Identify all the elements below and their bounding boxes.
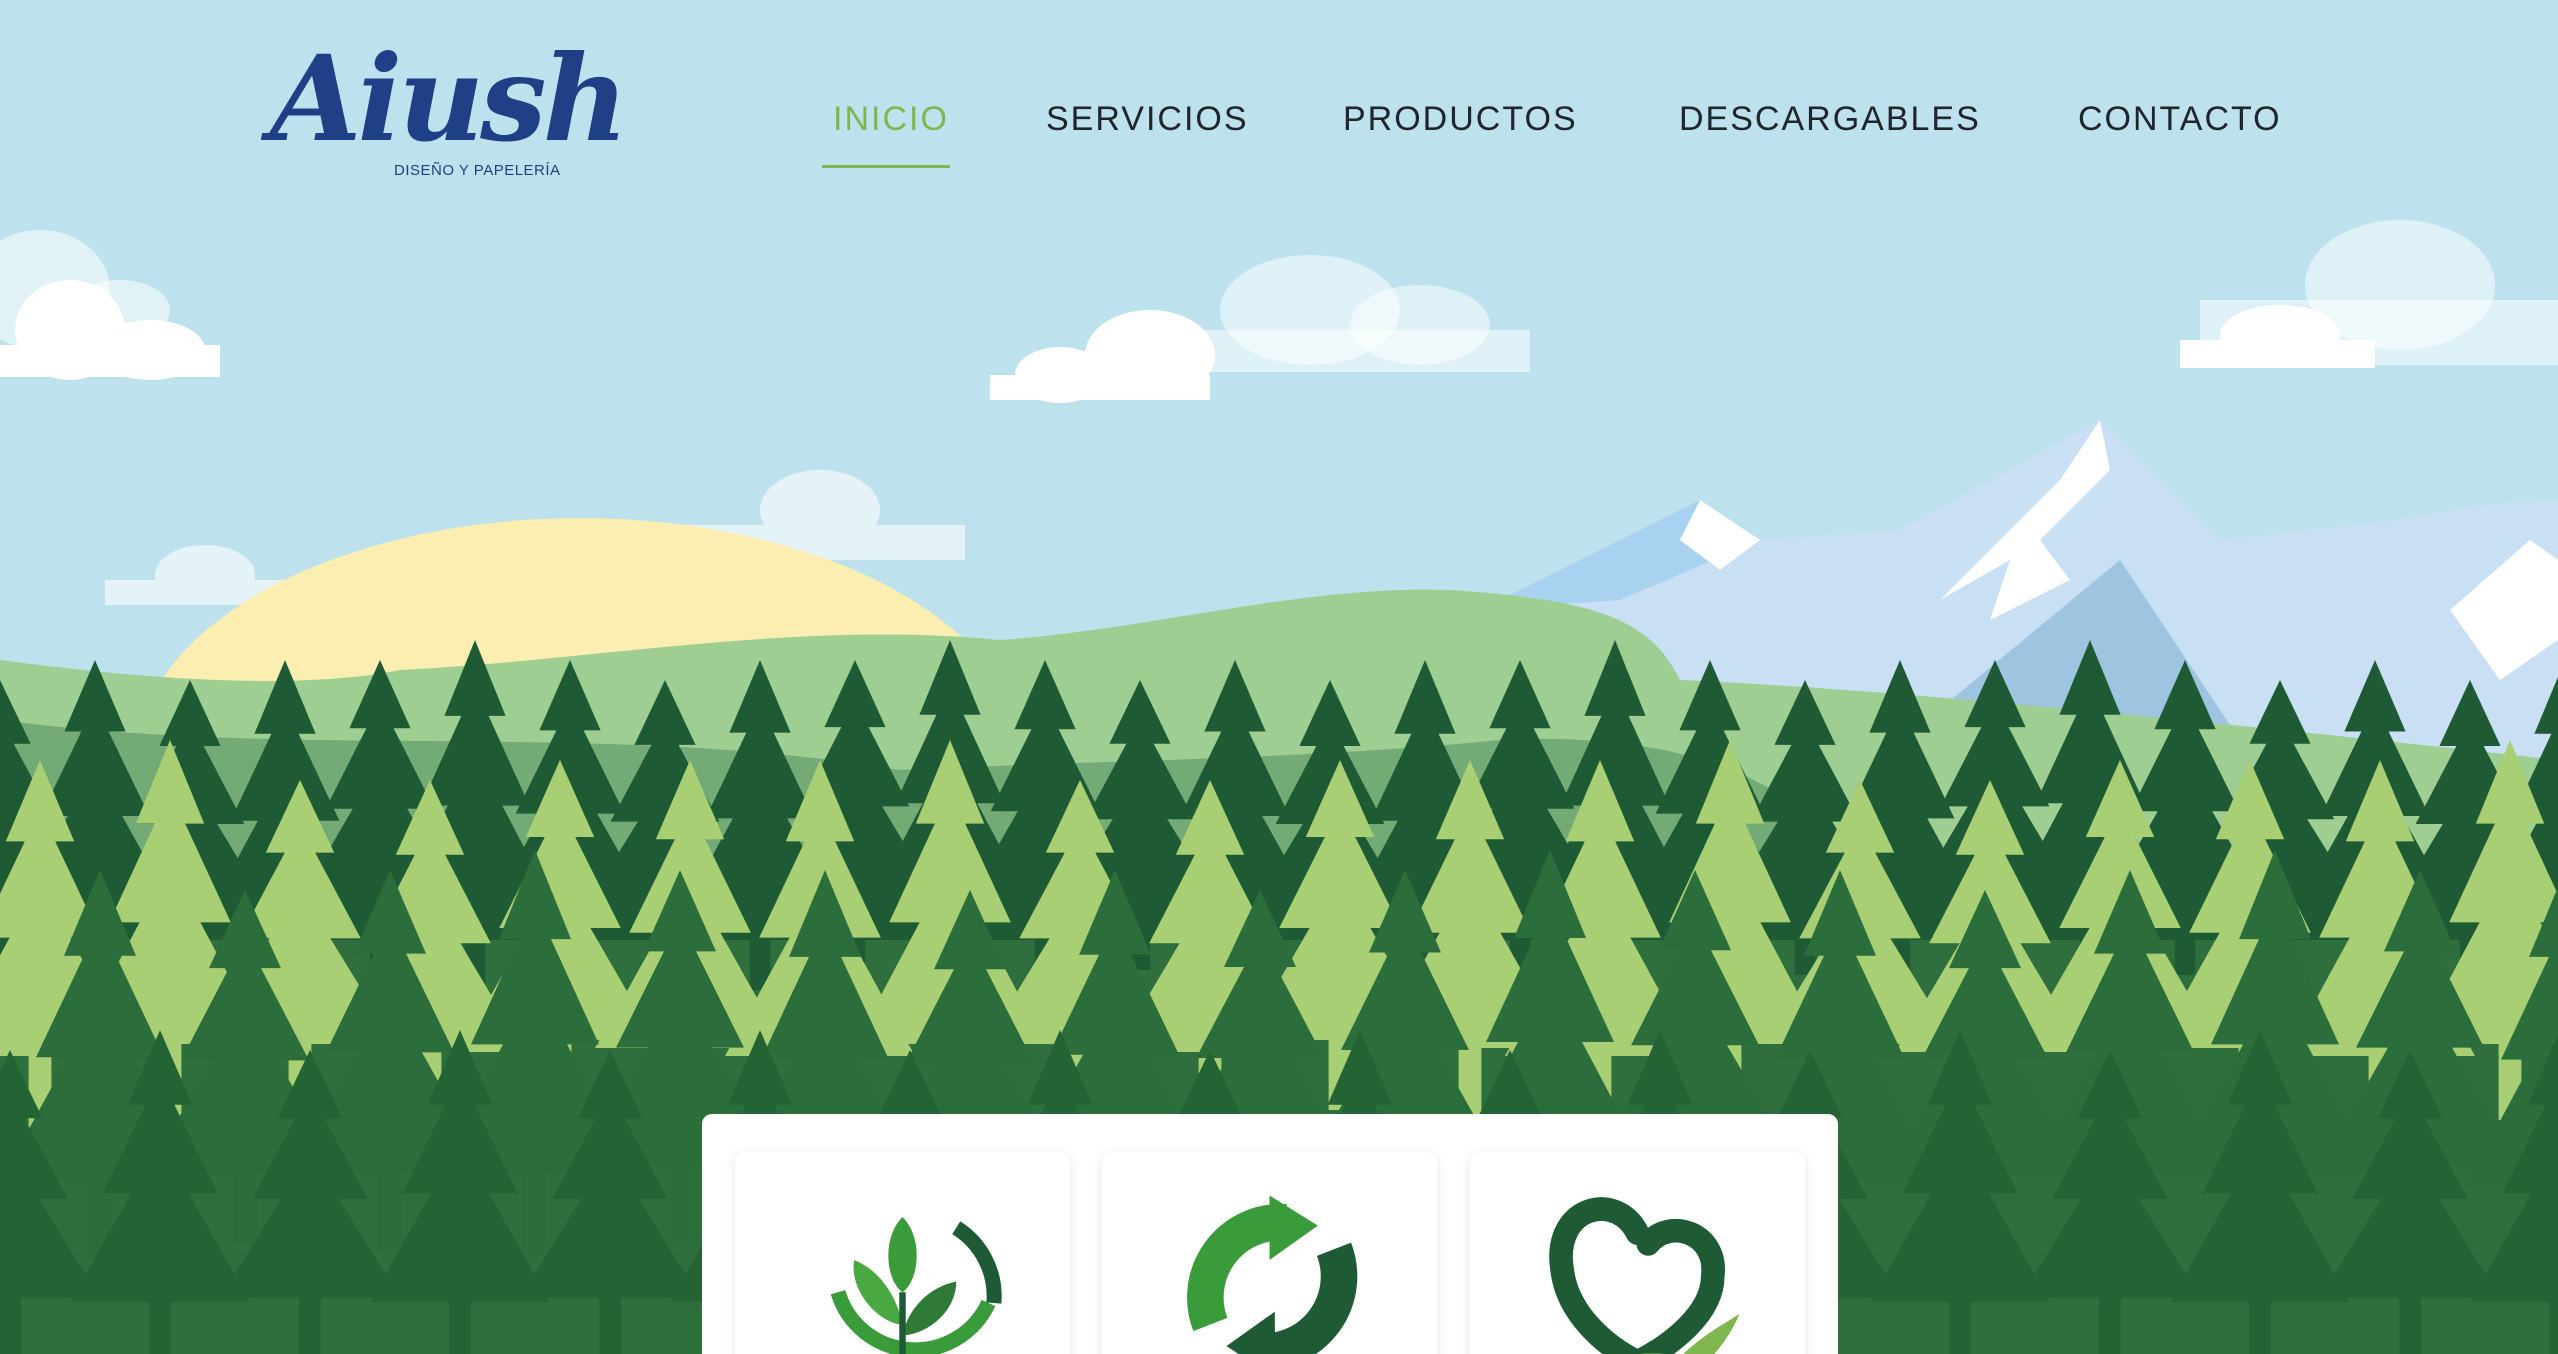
nav-active-underline <box>822 165 950 168</box>
feature-card-leaves[interactable] <box>735 1152 1070 1354</box>
recycle-icon <box>1187 1195 1358 1354</box>
feature-card-recycle[interactable] <box>1102 1152 1437 1354</box>
site-header: Aiush DISEÑO Y PAPELERÍA INICIO SERVICIO… <box>0 0 2558 180</box>
nav-item-servicios[interactable]: SERVICIOS <box>1046 100 1249 139</box>
leaves-icon <box>830 1217 1002 1354</box>
nav-item-contacto[interactable]: CONTACTO <box>2078 100 2282 139</box>
nav-item-productos[interactable]: PRODUCTOS <box>1343 100 1578 139</box>
page: Aiush DISEÑO Y PAPELERÍA INICIO SERVICIO… <box>0 0 2558 1354</box>
logo-tagline: DISEÑO Y PAPELERÍA <box>394 162 561 179</box>
nav-item-descargables[interactable]: DESCARGABLES <box>1679 100 1981 139</box>
heart-hand-icon <box>1549 1197 1740 1354</box>
nav-item-inicio[interactable]: INICIO <box>833 100 949 139</box>
main-nav: INICIO SERVICIOS PRODUCTOS DESCARGABLES … <box>0 100 2558 160</box>
feature-card-heart-hand[interactable] <box>1470 1152 1805 1354</box>
